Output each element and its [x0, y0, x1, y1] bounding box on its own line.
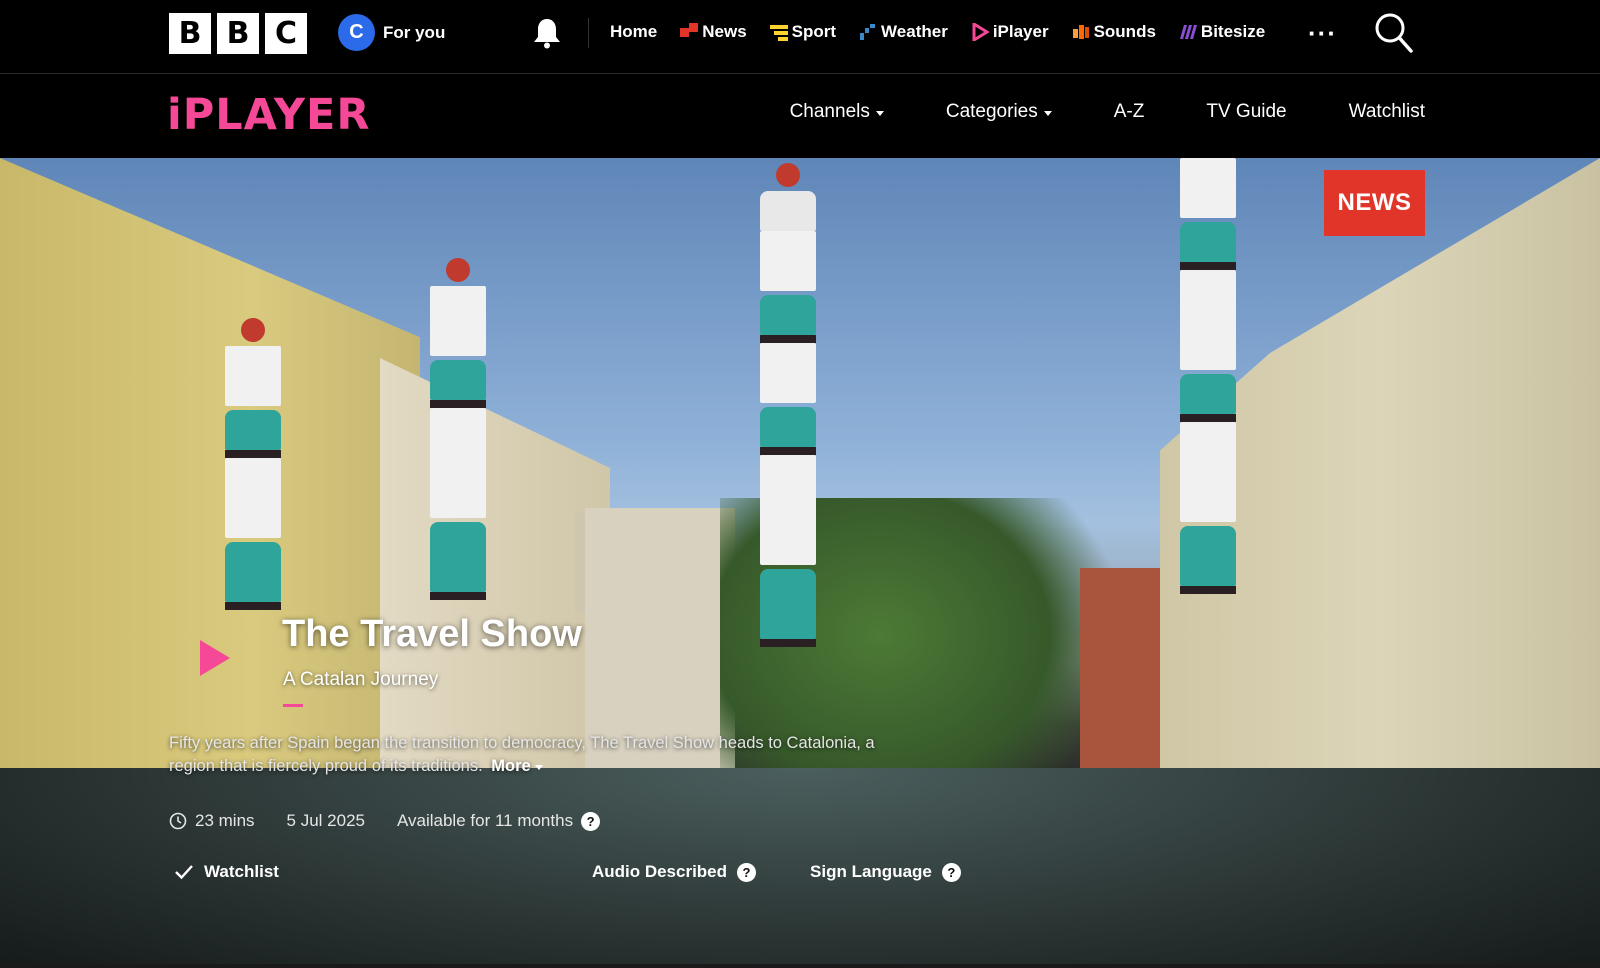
iplayer-subnav: Channels Categories A-Z TV Guide Watchli… [790, 101, 1425, 123]
checkmark-icon [175, 865, 193, 880]
bbc-global-header: B B C C For you Home News Sport Weather … [0, 0, 1600, 74]
notifications-bell-icon[interactable] [532, 17, 562, 49]
weather-icon [860, 24, 876, 40]
nav-weather[interactable]: Weather [859, 22, 948, 42]
subnav-watchlist-label: Watchlist [1348, 101, 1425, 122]
iplayer-logo[interactable]: iPLAYER [167, 90, 370, 140]
watchlist-label: Watchlist [204, 862, 279, 881]
duration-text: 23 mins [195, 811, 255, 830]
nav-iplayer[interactable]: iPlayer [971, 22, 1049, 42]
sign-language-label: Sign Language [810, 862, 932, 881]
clock-icon [169, 812, 187, 830]
sport-icon [769, 25, 788, 41]
search-icon[interactable] [1374, 12, 1414, 54]
subnav-watchlist[interactable]: Watchlist [1349, 101, 1425, 123]
more-menu-icon[interactable]: ··· [1308, 18, 1337, 49]
subnav-tv-guide[interactable]: TV Guide [1206, 101, 1286, 123]
help-icon[interactable]: ? [737, 862, 757, 882]
help-icon[interactable]: ? [941, 862, 961, 882]
sign-language-option[interactable]: Sign Language ? [810, 862, 961, 882]
for-you-button[interactable]: C For you [338, 14, 445, 51]
more-label: More [491, 757, 531, 775]
subnav-categories[interactable]: Categories [946, 101, 1052, 123]
help-icon[interactable]: ? [581, 811, 601, 831]
play-icon[interactable] [198, 638, 232, 678]
nav-weather-label: Weather [881, 22, 948, 41]
nav-news[interactable]: News [680, 22, 747, 42]
chevron-down-icon [534, 765, 543, 770]
chevron-down-icon [875, 110, 884, 116]
bitesize-icon [1179, 25, 1197, 39]
programme-title[interactable]: The Travel Show [282, 613, 582, 656]
bbc-logo[interactable]: B B C [169, 13, 307, 54]
programme-actions: Watchlist Audio Described ? Sign Languag… [174, 862, 961, 882]
channel-badge-news: NEWS [1324, 170, 1425, 236]
subnav-tv-guide-label: TV Guide [1206, 101, 1287, 122]
account-avatar: C [338, 14, 375, 51]
sounds-icon [1072, 25, 1089, 39]
nav-bitesize-label: Bitesize [1200, 22, 1266, 41]
programme-description: Fifty years after Spain began the transi… [169, 732, 889, 778]
iplayer-icon [972, 23, 989, 41]
nav-sounds-label: Sounds [1093, 22, 1156, 41]
subnav-a-z[interactable]: A-Z [1114, 101, 1145, 123]
nav-news-label: News [702, 22, 747, 41]
nav-home[interactable]: Home [610, 22, 657, 42]
hero-image-human-tower [225, 318, 281, 614]
nav-home-label: Home [610, 22, 658, 41]
programme-hero: NEWS The Travel Show A Catalan Journey F… [0, 158, 1600, 968]
programme-meta: 23 mins 5 Jul 2025 Available for 11 mont… [169, 811, 632, 831]
news-icon [680, 23, 699, 37]
broadcast-date-text: 5 Jul 2025 [286, 811, 365, 830]
progress-indicator [283, 704, 303, 707]
availability-text: Available for 11 months [396, 811, 574, 830]
hero-bottom-edge [0, 964, 1600, 968]
for-you-label: For you [383, 22, 446, 42]
audio-described-label: Audio Described [591, 862, 728, 881]
subnav-channels-label: Channels [789, 101, 870, 122]
nav-bitesize[interactable]: Bitesize [1179, 22, 1265, 42]
hero-image-building [0, 158, 420, 798]
nav-sport[interactable]: Sport [769, 22, 837, 42]
more-button[interactable]: More [491, 755, 543, 778]
broadcast-date: 5 Jul 2025 [287, 811, 365, 831]
nav-sport-label: Sport [791, 22, 837, 41]
watchlist-button[interactable]: Watchlist [174, 862, 279, 882]
audio-described-option[interactable]: Audio Described ? [591, 862, 757, 882]
subnav-channels[interactable]: Channels [790, 101, 884, 123]
chevron-down-icon [1043, 110, 1052, 116]
episode-subtitle: A Catalan Journey [283, 669, 439, 690]
nav-iplayer-label: iPlayer [992, 22, 1049, 41]
hero-image-human-tower [430, 258, 486, 604]
iplayer-header: iPLAYER Channels Categories A-Z TV Guide… [0, 74, 1600, 158]
availability: Available for 11 months ? [396, 811, 601, 831]
hero-image-human-tower [1180, 158, 1236, 598]
bbc-logo-letter: C [265, 13, 307, 54]
bbc-main-nav: Home News Sport Weather iPlayer Sounds B… [610, 22, 1288, 42]
hero-image-human-tower [760, 163, 816, 651]
subnav-categories-label: Categories [945, 101, 1038, 122]
bbc-logo-letter: B [217, 13, 259, 54]
subnav-a-z-label: A-Z [1113, 101, 1145, 122]
bbc-logo-letter: B [169, 13, 211, 54]
nav-sounds[interactable]: Sounds [1072, 22, 1156, 42]
duration: 23 mins [169, 811, 255, 831]
header-divider [588, 18, 589, 48]
